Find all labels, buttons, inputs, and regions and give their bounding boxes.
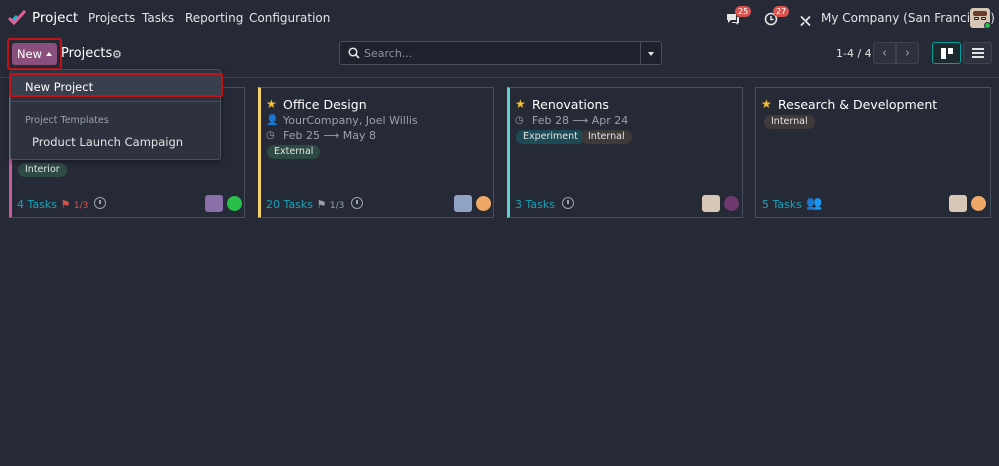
milestone-count: 1/3 <box>329 201 345 211</box>
kanban-view-button[interactable] <box>932 42 961 64</box>
tools-icon[interactable] <box>799 11 812 31</box>
avatar[interactable] <box>205 195 223 212</box>
star-icon[interactable]: ★ <box>761 97 772 111</box>
clock-icon: ◷ <box>266 130 275 141</box>
project-card-office-design[interactable]: ★ Office Design 👤 YourCompany, Joel Will… <box>258 87 494 218</box>
caret-up-icon <box>46 52 53 56</box>
dropdown-divider <box>11 101 220 102</box>
online-status-dot <box>984 22 991 29</box>
clock-icon[interactable] <box>351 197 363 209</box>
tag-experiment: Experiment <box>516 130 585 144</box>
pager-value[interactable]: 1-4 / 4 <box>836 47 872 60</box>
project-customer: YourCompany, Joel Willis <box>283 114 418 127</box>
tasks-count[interactable]: 4 Tasks ⚑ 1/3 <box>17 198 88 211</box>
top-navbar: Project Projects Tasks Reporting Configu… <box>0 0 999 36</box>
user-avatar[interactable] <box>970 8 991 29</box>
new-button[interactable]: New <box>12 43 57 65</box>
menu-projects[interactable]: Projects <box>88 11 135 25</box>
user-icon: 👤 <box>266 115 279 126</box>
gear-icon[interactable]: ⚙ <box>112 48 122 61</box>
clock-icon[interactable] <box>562 197 574 209</box>
tag-internal: Internal <box>764 115 815 129</box>
app-name[interactable]: Project <box>32 10 78 26</box>
project-app-icon[interactable] <box>8 9 26 25</box>
clock-icon[interactable] <box>94 197 106 209</box>
page-title: Projects <box>61 46 113 61</box>
new-button-highlight: New <box>7 38 62 70</box>
milestone-count: 1/3 <box>73 201 89 211</box>
tasks-count[interactable]: 20 Tasks ⚑ 1/3 <box>266 198 344 211</box>
status-dot[interactable] <box>476 196 491 211</box>
status-dot[interactable] <box>724 196 739 211</box>
caret-down-icon <box>648 52 654 56</box>
avatar[interactable] <box>454 195 472 212</box>
chevron-right-icon: › <box>904 45 911 61</box>
tasks-count[interactable]: 5 Tasks <box>762 198 802 211</box>
list-view-button[interactable] <box>963 42 992 64</box>
chevron-left-icon: ‹ <box>881 45 888 61</box>
tasks-count[interactable]: 3 Tasks <box>515 198 555 211</box>
project-card-research-development[interactable]: ★ Research & Development Internal 5 Task… <box>755 87 991 218</box>
tag-interior: Interior <box>18 163 67 177</box>
search-icon <box>348 47 360 59</box>
project-dates: Feb 25 ⟶ May 8 <box>283 129 376 142</box>
project-dates: Feb 28 ⟶ Apr 24 <box>532 114 629 127</box>
new-project-label: New Project <box>25 80 94 94</box>
star-icon[interactable]: ★ <box>266 97 277 111</box>
list-icon <box>971 48 984 58</box>
project-card-renovations[interactable]: ★ Renovations ◷ Feb 28 ⟶ Apr 24 Experime… <box>507 87 743 218</box>
flag-icon: ⚑ <box>316 198 327 211</box>
search-options-toggle[interactable] <box>641 41 662 65</box>
users-icon[interactable]: 👥 <box>806 196 822 211</box>
status-dot[interactable] <box>971 196 986 211</box>
project-title: Office Design <box>283 97 367 112</box>
new-dropdown-menu: New Project Project Templates Product La… <box>9 69 223 160</box>
messages-button[interactable]: 25 <box>724 6 752 28</box>
menu-tasks[interactable]: Tasks <box>142 11 174 25</box>
template-item-product-launch[interactable]: Product Launch Campaign <box>32 135 183 149</box>
flag-icon: ⚑ <box>60 198 71 211</box>
kanban-icon <box>940 47 953 59</box>
pager-next-button[interactable]: › <box>896 42 919 64</box>
new-button-label: New <box>16 47 43 61</box>
company-switcher[interactable]: My Company (San Francisco) <box>821 11 995 25</box>
avatar[interactable] <box>949 195 967 212</box>
avatar[interactable] <box>702 195 720 212</box>
tag-external: External <box>267 145 321 159</box>
search-input[interactable]: Search... <box>339 41 641 65</box>
pager-previous-button[interactable]: ‹ <box>873 42 896 64</box>
tag-internal: Internal <box>581 130 632 144</box>
new-project-item[interactable]: New Project <box>9 73 223 97</box>
messages-badge: 25 <box>735 6 752 17</box>
activities-badge: 27 <box>773 6 790 17</box>
clock-icon: ◷ <box>515 115 524 126</box>
menu-reporting[interactable]: Reporting <box>185 11 243 25</box>
activities-button[interactable]: 27 <box>763 6 790 28</box>
project-title: Research & Development <box>778 97 938 112</box>
menu-configuration[interactable]: Configuration <box>249 11 330 25</box>
search-placeholder: Search... <box>364 47 413 60</box>
status-dot[interactable] <box>227 196 242 211</box>
star-icon[interactable]: ★ <box>515 97 526 111</box>
project-title: Renovations <box>532 97 609 112</box>
templates-header: Project Templates <box>25 115 109 126</box>
